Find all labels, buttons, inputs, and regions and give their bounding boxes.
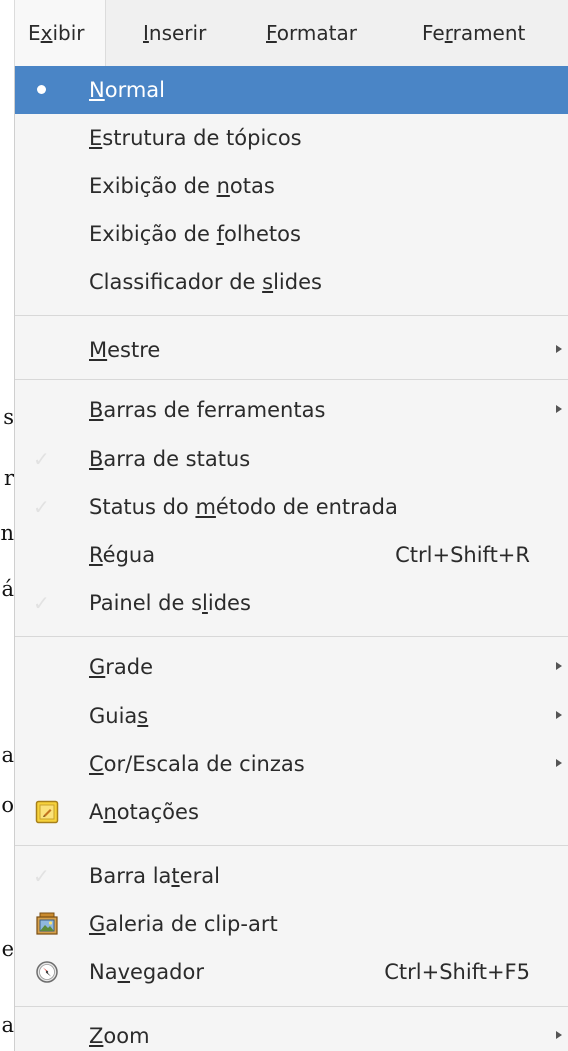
menu-item-label: Guias bbox=[89, 704, 149, 728]
menu-mnemonic: F bbox=[266, 21, 277, 45]
view-menu-dropdown: Normal Estrutura de tópicos Exibição de … bbox=[14, 66, 568, 1051]
menu-item-notes-view[interactable]: Exibição de notas bbox=[15, 162, 568, 210]
menu-item-label: Anotações bbox=[89, 800, 199, 824]
menu-item-input-method-status[interactable]: ✓ Status do método de entrada bbox=[15, 483, 568, 531]
background-text-char: á bbox=[1, 577, 14, 601]
menu-item-label: Barras de ferramentas bbox=[89, 398, 326, 422]
menu-separator bbox=[15, 315, 568, 316]
menu-item-label: Navegador bbox=[89, 960, 204, 984]
menu-ferramentas[interactable]: Ferrament bbox=[412, 0, 535, 66]
background-text-char: a bbox=[1, 743, 14, 767]
check-icon: ✓ bbox=[33, 864, 50, 888]
menu-separator bbox=[15, 1006, 568, 1007]
menu-item-shortcut: Ctrl+Shift+F5 bbox=[384, 960, 530, 984]
radio-bullet-icon bbox=[37, 85, 46, 94]
check-icon: ✓ bbox=[33, 591, 50, 615]
menu-item-label: Barra de status bbox=[89, 447, 251, 471]
menu-item-label: Zoom bbox=[89, 1024, 150, 1048]
background-text-char: s bbox=[3, 405, 14, 429]
submenu-arrow-icon bbox=[556, 711, 562, 719]
background-text-char: n bbox=[0, 521, 14, 545]
menu-item-slide-sorter[interactable]: Classificador de slides bbox=[15, 258, 568, 306]
menu-item-label: Painel de slides bbox=[89, 591, 251, 615]
menu-item-guides[interactable]: Guias bbox=[15, 692, 568, 740]
menu-label-suffix: ibir bbox=[52, 21, 85, 45]
menu-item-label: Exibição de folhetos bbox=[89, 222, 301, 246]
menu-item-label: Normal bbox=[89, 78, 165, 102]
menu-inserir[interactable]: Inserir bbox=[133, 0, 216, 66]
menu-item-normal[interactable]: Normal bbox=[15, 66, 568, 114]
menu-label-prefix: E bbox=[28, 21, 41, 45]
menu-item-toolbars[interactable]: Barras de ferramentas bbox=[15, 386, 568, 434]
menu-item-label: Classificador de slides bbox=[89, 270, 322, 294]
menu-label-suffix: ormatar bbox=[276, 21, 357, 45]
screen: s r n á a o e a Exibir Inserir Formatar … bbox=[0, 0, 568, 1051]
menu-formatar[interactable]: Formatar bbox=[256, 0, 367, 66]
menu-item-grid[interactable]: Grade bbox=[15, 643, 568, 691]
background-text-char: o bbox=[1, 793, 14, 817]
submenu-arrow-icon bbox=[556, 662, 562, 670]
menu-item-shortcut: Ctrl+Shift+R bbox=[395, 543, 530, 567]
menu-mnemonic: r bbox=[444, 21, 453, 45]
submenu-arrow-icon bbox=[556, 759, 562, 767]
background-text-char: a bbox=[1, 1013, 14, 1037]
submenu-arrow-icon bbox=[556, 1031, 562, 1039]
navigator-icon bbox=[36, 961, 58, 983]
menu-item-clip-art-gallery[interactable]: Galeria de clip-art bbox=[15, 900, 568, 948]
background-text-char: r bbox=[3, 466, 14, 490]
menu-separator bbox=[15, 845, 568, 846]
menu-mnemonic: x bbox=[40, 21, 53, 45]
menu-item-label: Status do método de entrada bbox=[89, 495, 398, 519]
annotations-icon bbox=[35, 800, 59, 824]
menu-label-prefix: Fe bbox=[422, 21, 445, 45]
menu-item-annotations[interactable]: Anotações bbox=[15, 788, 568, 836]
submenu-arrow-icon bbox=[556, 405, 562, 413]
menu-item-zoom[interactable]: Zoom bbox=[15, 1012, 568, 1051]
menu-item-label: Galeria de clip-art bbox=[89, 912, 278, 936]
check-icon: ✓ bbox=[33, 495, 50, 519]
submenu-arrow-icon bbox=[556, 345, 562, 353]
menu-item-label: Cor/Escala de cinzas bbox=[89, 752, 305, 776]
menu-item-slide-pane[interactable]: ✓ Painel de slides bbox=[15, 579, 568, 627]
check-icon: ✓ bbox=[33, 447, 50, 471]
menu-item-label: Mestre bbox=[89, 338, 161, 362]
menu-item-label: Exibição de notas bbox=[89, 174, 275, 198]
gallery-icon bbox=[36, 912, 58, 935]
menu-item-sidebar[interactable]: ✓ Barra lateral bbox=[15, 852, 568, 900]
menu-label-suffix: nserir bbox=[148, 21, 207, 45]
menu-item-navigator[interactable]: Navegador Ctrl+Shift+F5 bbox=[15, 948, 568, 996]
menu-item-label: Grade bbox=[89, 655, 154, 679]
menu-item-master[interactable]: Mestre bbox=[15, 326, 568, 374]
menu-item-outline[interactable]: Estrutura de tópicos bbox=[15, 114, 568, 162]
menu-item-color-grayscale[interactable]: Cor/Escala de cinzas bbox=[15, 740, 568, 788]
menu-label-suffix: rament bbox=[452, 21, 526, 45]
menu-separator bbox=[15, 379, 568, 380]
menu-item-label: Estrutura de tópicos bbox=[89, 126, 302, 150]
menu-item-status-bar[interactable]: ✓ Barra de status bbox=[15, 435, 568, 483]
menu-item-handout-view[interactable]: Exibição de folhetos bbox=[15, 210, 568, 258]
menu-separator bbox=[15, 636, 568, 637]
menu-exibir[interactable]: Exibir bbox=[14, 0, 106, 66]
menu-item-label: Barra lateral bbox=[89, 864, 220, 888]
menubar: Exibir Inserir Formatar Ferrament bbox=[14, 0, 568, 66]
menu-item-label: Régua bbox=[89, 543, 156, 567]
menu-item-ruler[interactable]: Régua Ctrl+Shift+R bbox=[15, 531, 568, 579]
background-text-char: e bbox=[1, 937, 14, 961]
